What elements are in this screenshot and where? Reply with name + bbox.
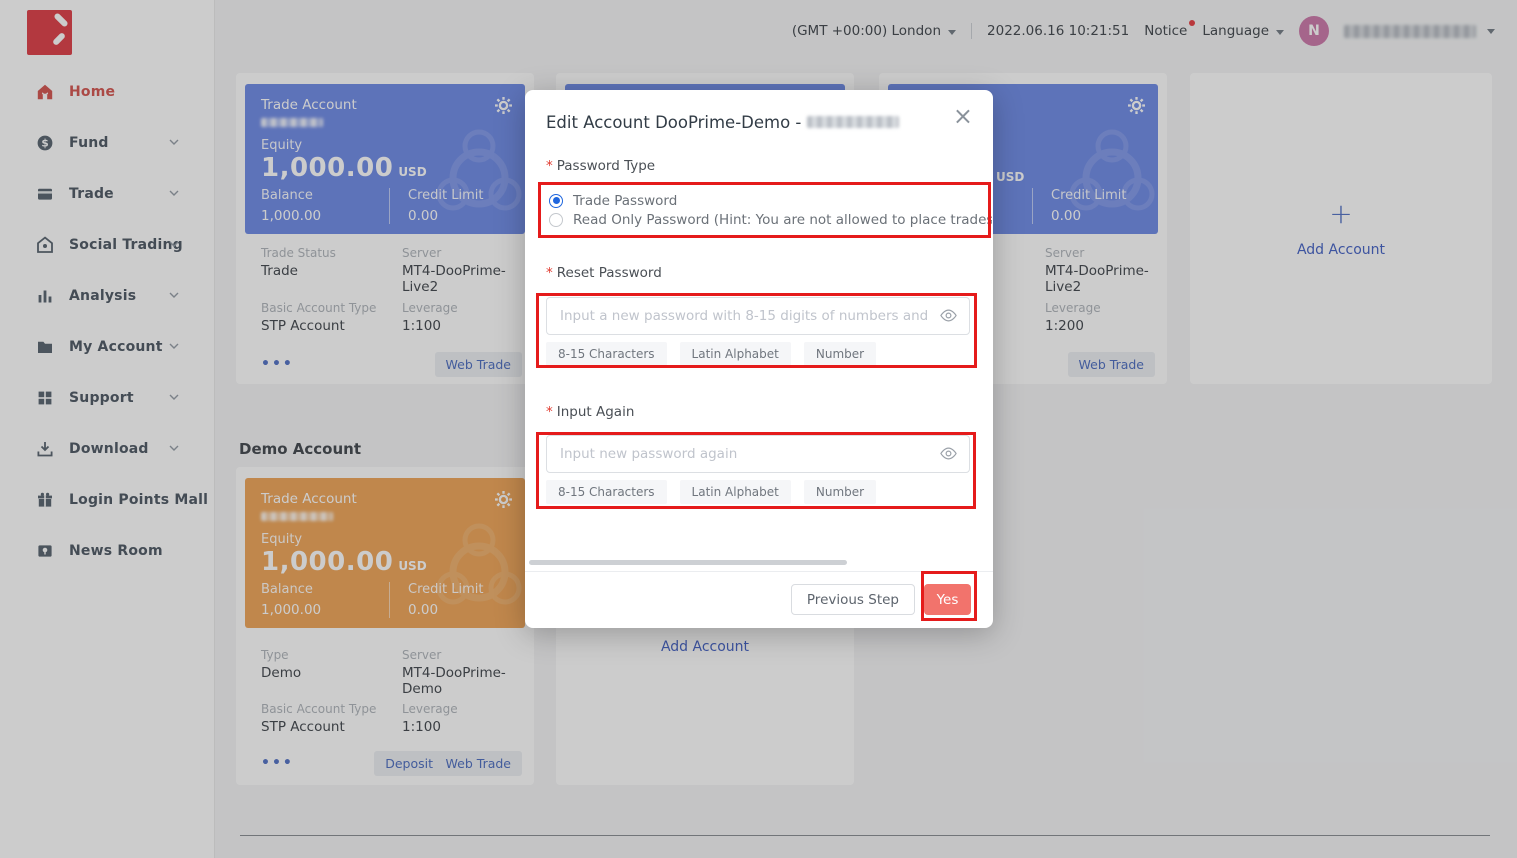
password-type-label: *Password Type [546, 158, 655, 174]
input-again-label: *Input Again [546, 404, 634, 420]
password-rules: 8-15 Characters Latin Alphabet Number [546, 480, 876, 504]
eye-icon[interactable] [939, 308, 958, 323]
rule-chip: 8-15 Characters [546, 480, 667, 504]
radio-read-only-password[interactable]: Read Only Password (Hint: You are not al… [549, 210, 992, 229]
radio-trade-password[interactable]: Trade Password [549, 191, 992, 210]
reset-password-input[interactable] [546, 297, 970, 335]
account-number-redacted [807, 116, 899, 128]
modal-footer: Previous Step Yes [525, 571, 993, 628]
rule-chip: Latin Alphabet [680, 342, 791, 366]
previous-step-button[interactable]: Previous Step [791, 584, 915, 615]
radio-unselected-icon[interactable] [549, 213, 563, 227]
eye-icon[interactable] [939, 446, 958, 461]
modal-title: Edit Account DooPrime-Demo - [546, 113, 899, 132]
required-asterisk: * [546, 404, 553, 420]
rule-chip: Latin Alphabet [680, 480, 791, 504]
input-again-input[interactable] [546, 435, 970, 473]
close-icon[interactable]: × [953, 104, 973, 128]
rule-chip: 8-15 Characters [546, 342, 667, 366]
rule-chip: Number [804, 480, 876, 504]
password-rules: 8-15 Characters Latin Alphabet Number [546, 342, 876, 366]
reset-password-label: *Reset Password [546, 265, 662, 281]
input-again-field [546, 435, 970, 473]
yes-button[interactable]: Yes [924, 584, 971, 615]
reset-password-field [546, 297, 970, 335]
horizontal-scrollbar[interactable] [529, 560, 847, 565]
edit-account-modal: Edit Account DooPrime-Demo - × *Password… [525, 90, 993, 628]
required-asterisk: * [546, 265, 553, 281]
required-asterisk: * [546, 158, 553, 174]
radio-label: Trade Password [573, 193, 677, 209]
radio-selected-icon[interactable] [549, 194, 563, 208]
radio-label: Read Only Password (Hint: You are not al… [573, 212, 992, 228]
rule-chip: Number [804, 342, 876, 366]
